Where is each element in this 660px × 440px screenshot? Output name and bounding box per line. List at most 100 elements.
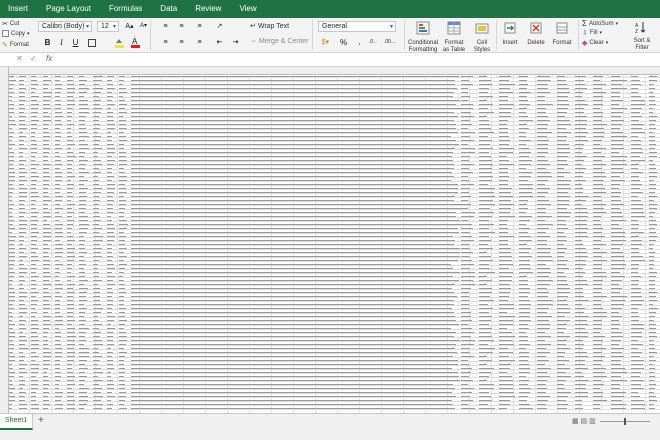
zoom-slider-thumb[interactable] xyxy=(624,418,626,425)
tab-review[interactable]: Review xyxy=(186,0,230,18)
cell-text xyxy=(19,120,25,121)
align-middle-icon[interactable]: ≡ xyxy=(176,21,187,32)
tab-formulas[interactable]: Formulas xyxy=(100,0,151,18)
cell-text xyxy=(19,368,26,369)
tab-data[interactable]: Data xyxy=(151,0,186,18)
cell-text xyxy=(649,244,654,245)
borders-icon[interactable] xyxy=(86,37,97,48)
cell-text xyxy=(519,268,531,269)
cell-text xyxy=(631,316,640,317)
cell-text xyxy=(519,148,529,149)
cancel-icon[interactable]: ✕ xyxy=(16,54,23,63)
cell-text xyxy=(43,120,51,121)
comma-icon[interactable]: , xyxy=(354,37,365,48)
cell-text xyxy=(9,160,15,161)
cell-text xyxy=(557,352,566,353)
cell-text xyxy=(461,84,473,85)
cell-text xyxy=(461,296,469,297)
cell-text xyxy=(67,112,73,113)
cell-text xyxy=(67,80,73,81)
font-size-select[interactable]: 12 ▾ xyxy=(97,21,119,32)
align-center-icon[interactable]: ≡ xyxy=(176,37,187,48)
percent-icon[interactable]: % xyxy=(338,37,349,48)
cell-text xyxy=(79,344,84,345)
fx-icon[interactable]: fx xyxy=(46,54,52,63)
sheet-tab-sheet1[interactable]: Sheet1 xyxy=(0,414,34,430)
cell-text xyxy=(519,252,529,253)
cell-text xyxy=(649,320,654,321)
formula-input[interactable] xyxy=(60,55,656,64)
scissors-icon: ✂ xyxy=(2,21,8,28)
font-name-select[interactable]: Calibri (Body) ▾ xyxy=(38,21,92,32)
copy-icon xyxy=(2,30,9,37)
cell-text xyxy=(611,404,627,405)
cell-text xyxy=(479,136,488,137)
conditional-formatting-button[interactable]: Conditional Formatting xyxy=(406,21,440,54)
orientation-icon[interactable]: ↗ xyxy=(214,21,225,32)
decrease-indent-icon[interactable]: ⇤ xyxy=(214,37,225,48)
cell-text xyxy=(631,252,639,253)
fill-button[interactable]: ⇩ Fill ▾ xyxy=(582,29,602,37)
tab-insert[interactable]: Insert xyxy=(0,0,37,18)
cell-text xyxy=(9,144,16,145)
italic-button[interactable]: I xyxy=(56,37,67,48)
format-as-table-button[interactable]: Format as Table xyxy=(440,21,468,54)
delete-cells-button[interactable]: Delete xyxy=(524,21,548,47)
cell-text xyxy=(593,76,604,77)
cell-text xyxy=(537,296,548,297)
tab-view[interactable]: View xyxy=(230,0,265,18)
currency-icon[interactable]: $▾ xyxy=(320,37,331,48)
cell-text xyxy=(519,272,533,273)
underline-button[interactable]: U xyxy=(70,37,81,48)
copy-button[interactable]: Copy ▾ xyxy=(2,30,30,37)
cell-text xyxy=(557,232,564,233)
cell-text xyxy=(67,240,76,241)
cell-text xyxy=(43,208,48,209)
bold-button[interactable]: B xyxy=(42,37,53,48)
cell-text xyxy=(499,136,510,137)
cell-text xyxy=(649,292,658,293)
merge-center-button[interactable]: ⇔ Merge & Center xyxy=(250,38,308,45)
sort-filter-button[interactable]: AZ Sort & Filter xyxy=(628,21,656,52)
cell-text xyxy=(67,328,76,329)
cell-text xyxy=(611,180,626,181)
align-right-icon[interactable]: ≡ xyxy=(194,37,205,48)
align-bottom-icon[interactable]: ≡ xyxy=(194,21,205,32)
confirm-icon[interactable]: ✓ xyxy=(30,54,37,63)
cell-text xyxy=(537,172,551,173)
insert-cells-button[interactable]: Insert xyxy=(498,21,522,47)
font-color-icon[interactable]: A xyxy=(130,37,141,48)
row-headers[interactable] xyxy=(0,67,9,413)
cell-text xyxy=(557,132,572,133)
tab-page-layout[interactable]: Page Layout xyxy=(37,0,100,18)
view-mode-icons[interactable]: ▦ ▤ ▥ xyxy=(572,417,596,425)
format-painter-button[interactable]: ✎ Format xyxy=(2,41,29,49)
increase-font-icon[interactable]: A▴ xyxy=(124,21,135,32)
column-headers[interactable] xyxy=(0,67,660,75)
align-top-icon[interactable]: ≡ xyxy=(160,21,171,32)
cell-text xyxy=(631,288,642,289)
decrease-font-icon[interactable]: A▾ xyxy=(138,21,149,32)
cell-text xyxy=(611,312,620,313)
cell-text xyxy=(575,236,588,237)
add-sheet-icon[interactable]: + xyxy=(38,415,44,426)
wrap-text-button[interactable]: ↵ Wrap Text xyxy=(250,22,289,31)
clear-button[interactable]: ◆ Clear ▾ xyxy=(582,39,608,47)
cell-text xyxy=(593,148,606,149)
cell-text xyxy=(649,104,656,105)
spreadsheet-grid[interactable] xyxy=(0,67,660,413)
cell-text xyxy=(649,172,658,173)
increase-decimal-icon[interactable]: .0← xyxy=(368,37,379,48)
ribbon-separator xyxy=(496,20,497,50)
cell-styles-button[interactable]: Cell Styles xyxy=(470,21,494,54)
number-format-select[interactable]: General ▾ xyxy=(318,21,396,32)
decrease-decimal-icon[interactable]: .00→ xyxy=(384,37,396,48)
fill-color-icon[interactable] xyxy=(114,37,125,48)
format-cells-button[interactable]: Format xyxy=(550,21,574,47)
autosum-button[interactable]: Σ AutoSum ▾ xyxy=(582,19,618,28)
cell-text xyxy=(107,328,115,329)
increase-indent-icon[interactable]: ⇥ xyxy=(230,37,241,48)
cell-text xyxy=(519,132,526,133)
align-left-icon[interactable]: ≡ xyxy=(160,37,171,48)
cut-button[interactable]: ✂ Cut xyxy=(2,20,19,28)
